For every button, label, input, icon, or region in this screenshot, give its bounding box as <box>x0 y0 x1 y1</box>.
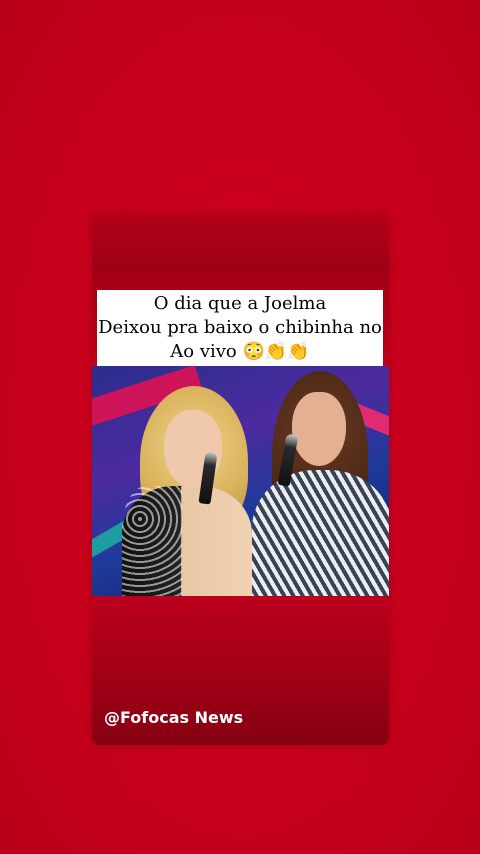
caption-box: O dia que a Joelma Deixou pra baixo o ch… <box>97 290 383 366</box>
caption-line-3: Ao vivo 😳👏👏 <box>170 341 310 362</box>
caption-line-1: O dia que a Joelma <box>153 293 327 314</box>
watermark-handle: @Fofocas News <box>104 708 244 727</box>
woman-right-body <box>252 470 389 596</box>
story-card[interactable]: O dia que a Joelma Deixou pra baixo o ch… <box>92 214 389 745</box>
video-frame[interactable] <box>92 366 389 596</box>
lace-dress-detail <box>122 486 182 596</box>
woman-right-face <box>292 392 346 466</box>
caption-line-2: Deixou pra baixo o chibinha no <box>98 317 382 338</box>
